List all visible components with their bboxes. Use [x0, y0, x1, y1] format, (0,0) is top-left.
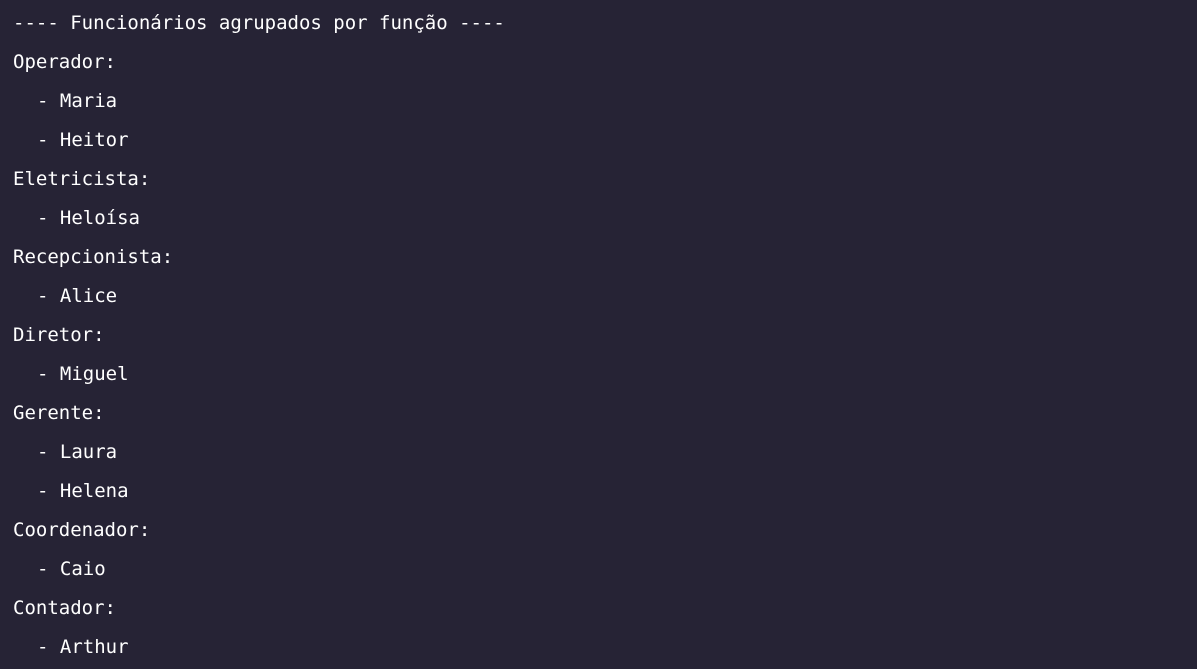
role-heading: Coordenador: — [13, 519, 151, 541]
console-output: ---- Funcionários agrupados por função -… — [0, 0, 1197, 669]
employee-item: - Helena — [37, 480, 129, 502]
employee-item: - Heloísa — [37, 207, 140, 229]
role-heading: Gerente: — [13, 402, 105, 424]
role-heading: Diretor: — [13, 324, 105, 346]
employee-item: - Caio — [37, 558, 106, 580]
employee-item: - Maria — [37, 90, 118, 112]
output-header: ---- Funcionários agrupados por função -… — [13, 12, 505, 34]
role-heading: Recepcionista: — [13, 246, 174, 268]
role-heading: Operador: — [13, 51, 116, 73]
employee-item: - Laura — [37, 441, 118, 463]
employee-item: - Alice — [37, 285, 118, 307]
role-heading: Contador: — [13, 597, 116, 619]
employee-item: - Miguel — [37, 363, 129, 385]
employee-item: - Heitor — [37, 129, 129, 151]
employee-item: - Arthur — [37, 636, 129, 658]
role-heading: Eletricista: — [13, 168, 151, 190]
